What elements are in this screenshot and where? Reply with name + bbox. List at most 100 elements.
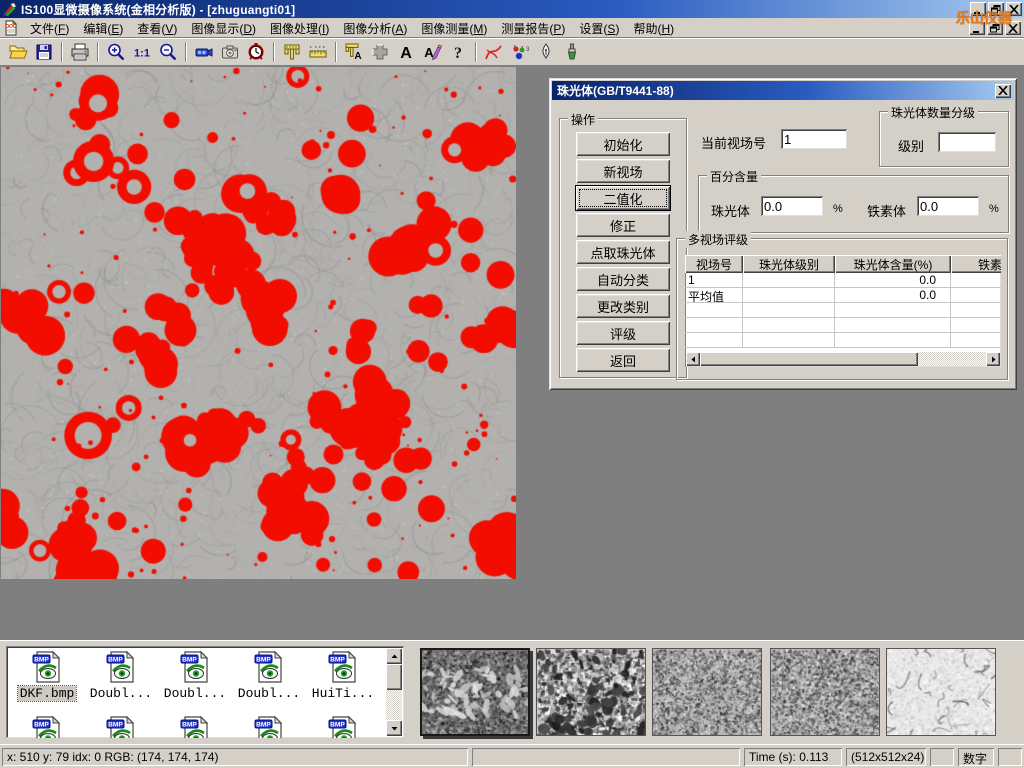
table-header-4[interactable]: 铁素体: [951, 255, 1001, 273]
dialog-title-bar[interactable]: 珠光体(GB/T9441-88): [552, 81, 1014, 100]
menu-edit[interactable]: 编辑(E): [76, 18, 130, 39]
table-header-2[interactable]: 珠光体级别: [743, 255, 835, 273]
print-button[interactable]: [67, 40, 93, 64]
menu-bar: 文件(F)编辑(E)查看(V)图像显示(D)图像处理(I)图像分析(A)图像测量…: [0, 18, 1024, 38]
file-item-partial[interactable]: [84, 715, 158, 738]
menu-image-display[interactable]: 图像显示(D): [184, 18, 263, 39]
capture-camera-button[interactable]: [217, 40, 243, 64]
scroll-right-button[interactable]: [986, 352, 1000, 366]
menu-settings[interactable]: 设置(S): [572, 18, 626, 39]
op-button-8[interactable]: 评级: [576, 321, 670, 345]
op-button-3[interactable]: 二值化: [576, 186, 670, 210]
scrollbar-thumb[interactable]: [700, 352, 918, 366]
table-row[interactable]: [685, 318, 1001, 333]
app-restore-button[interactable]: [988, 2, 1004, 16]
actual-size-button[interactable]: [129, 40, 155, 64]
scroll-down-button[interactable]: [386, 720, 402, 736]
document-icon[interactable]: [3, 20, 19, 36]
table-header-1[interactable]: 视场号: [685, 255, 743, 273]
op-button-4[interactable]: 修正: [576, 213, 670, 237]
op-button-6[interactable]: 自动分类: [576, 267, 670, 291]
file-item-partial[interactable]: [158, 715, 232, 738]
ferrite-percent-input[interactable]: [917, 196, 979, 216]
text-edit-button[interactable]: [419, 40, 445, 64]
menu-help[interactable]: 帮助(H): [626, 18, 681, 39]
table-row[interactable]: 10.0: [685, 273, 1001, 288]
table-cell: [685, 333, 743, 348]
help-button[interactable]: [445, 40, 471, 64]
file-item-partial[interactable]: [232, 715, 306, 738]
scrollbar-thumb[interactable]: [386, 664, 402, 690]
video-camera-button[interactable]: [191, 40, 217, 64]
table-horizontal-scrollbar[interactable]: [686, 352, 1000, 366]
sample-thumbnail-1[interactable]: [420, 648, 530, 736]
save-file-button[interactable]: [31, 40, 57, 64]
op-button-7[interactable]: 更改类别: [576, 294, 670, 318]
op-button-2[interactable]: 新视场: [576, 159, 670, 183]
open-file-button[interactable]: [5, 40, 31, 64]
particle-analysis-button[interactable]: [507, 40, 533, 64]
op-button-5[interactable]: 点取珠光体: [576, 240, 670, 264]
menu-file[interactable]: 文件(F): [23, 18, 76, 39]
timer-clock-button[interactable]: [243, 40, 269, 64]
table-row[interactable]: [685, 333, 1001, 348]
zoom-out-button[interactable]: [155, 40, 181, 64]
minimize-icon: [972, 24, 982, 33]
zoom-out-icon: [158, 42, 178, 62]
measure-text-button[interactable]: [341, 40, 367, 64]
scroll-left-button[interactable]: [686, 352, 700, 366]
measure-text-icon: [344, 42, 364, 62]
scrollbar-track[interactable]: [918, 352, 986, 366]
pearlite-percent-input[interactable]: [761, 196, 823, 216]
child-restore-button[interactable]: [987, 21, 1003, 35]
table-row[interactable]: 平均值0.0: [685, 288, 1001, 303]
sample-thumbnail-2[interactable]: [536, 648, 646, 736]
pen-tool-button[interactable]: [533, 40, 559, 64]
zoom-in-button[interactable]: [103, 40, 129, 64]
spline-curve-button[interactable]: [481, 40, 507, 64]
file-item[interactable]: Doubl...: [232, 650, 306, 701]
grid-cross-button[interactable]: [367, 40, 393, 64]
table-cell: [951, 333, 1001, 348]
dialog-close-button[interactable]: [995, 84, 1011, 98]
close-icon: [1008, 24, 1018, 33]
file-item[interactable]: Doubl...: [158, 650, 232, 701]
ruler-button[interactable]: [305, 40, 331, 64]
sample-thumbnail-4[interactable]: [770, 648, 880, 736]
file-item[interactable]: HuiTi...: [306, 650, 380, 701]
child-minimize-button[interactable]: [969, 21, 985, 35]
scrollbar-track[interactable]: [386, 690, 402, 720]
table-row[interactable]: [685, 303, 1001, 318]
status-empty-panel: [930, 748, 954, 766]
current-field-input[interactable]: [781, 129, 847, 149]
sample-thumbnail-3[interactable]: [652, 648, 762, 736]
menu-items: 文件(F)编辑(E)查看(V)图像显示(D)图像处理(I)图像分析(A)图像测量…: [23, 18, 681, 39]
op-button-1[interactable]: 初始化: [576, 132, 670, 156]
menu-image-measure[interactable]: 图像测量(M): [414, 18, 494, 39]
multi-field-table: 视场号珠光体级别珠光体含量(%)铁素体 10.0平均值0.0: [685, 255, 1001, 367]
app-close-button[interactable]: [1006, 2, 1022, 16]
menu-measure-report[interactable]: 测量报告(P): [494, 18, 572, 39]
file-item-partial[interactable]: [10, 715, 84, 738]
menu-image-process[interactable]: 图像处理(I): [263, 18, 336, 39]
pearlite-label: 珠光体: [711, 201, 750, 220]
restore-icon: [990, 24, 1000, 33]
level-input[interactable]: [938, 132, 996, 152]
menu-image-analysis[interactable]: 图像分析(A): [336, 18, 414, 39]
metallographic-image-binarized[interactable]: [1, 67, 516, 579]
scroll-up-button[interactable]: [386, 648, 402, 664]
table-header-3[interactable]: 珠光体含量(%): [835, 255, 951, 273]
file-item[interactable]: Doubl...: [84, 650, 158, 701]
file-item-partial[interactable]: [306, 715, 380, 738]
brush-tool-button[interactable]: [559, 40, 585, 64]
sample-thumbnail-5[interactable]: [886, 648, 996, 736]
app-minimize-button[interactable]: [970, 2, 986, 16]
menu-view[interactable]: 查看(V): [130, 18, 184, 39]
file-browser-scrollbar[interactable]: [386, 648, 402, 736]
pearlite-dialog: 珠光体(GB/T9441-88) 操作 初始化新视场二值化修正点取珠光体自动分类…: [549, 78, 1017, 390]
child-close-button[interactable]: [1005, 21, 1021, 35]
file-item[interactable]: DKF.bmp: [10, 650, 84, 701]
op-button-9[interactable]: 返回: [576, 348, 670, 372]
text-annotate-button[interactable]: [393, 40, 419, 64]
caliper-button[interactable]: [279, 40, 305, 64]
